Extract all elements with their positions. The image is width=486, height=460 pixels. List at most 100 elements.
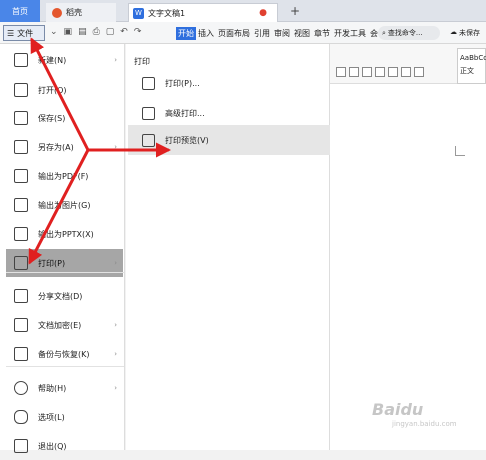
submenu-title: 打印 (134, 57, 150, 66)
document-page[interactable] (330, 84, 486, 450)
quick-toolbar: ☰ 文件 ⌄ ▣ ▤ ⎙ ▢ ↶ ↷ 开始 插入 页面布局 引用 审阅 视图 章节 开发工具会… (0, 22, 486, 44)
ribbon-tab[interactable]: 开发工具 (332, 27, 368, 40)
file-menu-item[interactable]: 新建(N) › (6, 46, 123, 74)
shading-icon[interactable] (401, 67, 411, 77)
file-menu-button[interactable]: ☰ 文件 (3, 25, 45, 41)
command-search-placeholder: 查找命令... (387, 29, 423, 37)
align-center-icon[interactable] (349, 67, 359, 77)
paragraph-align-buttons (336, 67, 424, 77)
file-menu-item-label: 打印(P) (38, 258, 66, 268)
printer-icon (142, 76, 155, 90)
align-left-icon[interactable] (336, 67, 346, 77)
quick-access-icons: ⌄ ▣ ▤ ⎙ ▢ ↶ ↷ (50, 27, 141, 37)
redo-icon[interactable]: ↷ (134, 27, 142, 37)
writer-logo-icon: W (133, 7, 144, 19)
menu-divider (6, 272, 124, 273)
style-normal[interactable]: AaBbCcDd 正文 (457, 48, 486, 84)
border-icon[interactable] (414, 67, 424, 77)
file-menu-item[interactable]: 保存(S) (6, 104, 123, 132)
folder-icon (14, 83, 28, 97)
watermark-url: jingyan.baidu.com (392, 420, 457, 428)
new-doc-icon (14, 53, 28, 67)
file-menu-item[interactable]: 分享文档(D) (6, 282, 123, 310)
file-menu-item[interactable]: 退出(Q) (6, 432, 123, 460)
ribbon-tab[interactable]: 引用 (252, 27, 272, 40)
file-menu-item[interactable]: 选项(L) (6, 403, 123, 431)
image-icon (14, 198, 28, 212)
tab-document[interactable]: W 文字文稿1 ● (128, 3, 278, 22)
file-menu-item[interactable]: 输出为PDF(F) (6, 162, 123, 190)
file-menu-item-label: 输出为图片(G) (38, 200, 91, 210)
dropdown-icon[interactable]: ⌄ (50, 27, 58, 37)
preview-icon[interactable]: ▢ (106, 27, 115, 37)
new-tab-button[interactable]: + (290, 4, 300, 18)
ribbon-tab[interactable]: 视图 (292, 27, 312, 40)
file-menu-item[interactable]: 帮助(H) › (6, 374, 123, 402)
file-menu-item[interactable]: 备份与恢复(K) › (6, 340, 123, 368)
file-menu-item[interactable]: 文档加密(E) › (6, 311, 123, 339)
file-menu-item[interactable]: 打开(O) (6, 76, 123, 104)
file-menu-item-label: 输出为PPTX(X) (38, 229, 94, 239)
file-menu-item[interactable]: 输出为PPTX(X) (6, 220, 123, 248)
align-justify-icon[interactable] (375, 67, 385, 77)
chevron-right-icon: › (114, 56, 117, 64)
tab-draft-label: 稻壳 (66, 8, 82, 17)
print-preview-icon (142, 133, 155, 147)
save-as-icon (14, 140, 28, 154)
file-menu-item-label: 另存为(A) (38, 142, 74, 152)
ribbon-tab[interactable]: 开始 (176, 27, 196, 40)
file-menu-item-label: 新建(N) (38, 55, 67, 65)
ribbon-tab[interactable]: 插入 (196, 27, 216, 40)
chevron-right-icon: › (114, 259, 117, 267)
close-tab-icon[interactable]: ● (259, 8, 267, 18)
unsaved-status[interactable]: ☁ 未保存 (450, 28, 480, 38)
file-menu-label: 文件 (17, 28, 34, 38)
tab-document-label: 文字文稿1 (148, 8, 186, 18)
cloud-icon: ☁ (450, 28, 457, 36)
ribbon-tab[interactable]: 审阅 (272, 27, 292, 40)
baidu-watermark: Baidu (372, 400, 424, 419)
print-submenu-item[interactable]: 高级打印... (128, 98, 330, 128)
backup-icon (14, 347, 28, 361)
print-submenu-item[interactable]: 打印(P)... (128, 68, 330, 98)
export-icon[interactable]: ▤ (78, 27, 87, 37)
file-menu-item-label: 分享文档(D) (38, 291, 83, 301)
file-menu-item-label: 保存(S) (38, 113, 66, 123)
chevron-right-icon: › (114, 384, 117, 392)
file-menu-item-label: 输出为PDF(F) (38, 171, 89, 181)
print-submenu-item-label: 打印预览(V) (165, 135, 209, 145)
command-search[interactable]: ⌕ 查找命令... (378, 26, 440, 40)
print-icon[interactable]: ⎙ (93, 27, 100, 37)
align-right-icon[interactable] (362, 67, 372, 77)
exit-icon (14, 439, 28, 453)
pptx-icon (14, 227, 28, 241)
page-corner-mark (455, 146, 465, 156)
style-preview-text: AaBbCcDd (460, 54, 486, 62)
share-icon (14, 289, 28, 303)
file-menu-item-label: 备份与恢复(K) (38, 349, 90, 359)
chevron-right-icon: › (114, 350, 117, 358)
tab-draft[interactable]: 稻壳 (46, 3, 116, 22)
chevron-right-icon: › (114, 143, 117, 151)
print-submenu-item[interactable]: 打印预览(V) (128, 125, 330, 155)
file-menu-item[interactable]: 另存为(A) › (6, 133, 123, 161)
daoke-logo-icon (52, 7, 62, 18)
file-menu-item-label: 打开(O) (38, 85, 67, 95)
tab-home[interactable]: 首页 (0, 0, 40, 22)
ribbon-tab[interactable]: 页面布局 (216, 27, 252, 40)
save-icon[interactable]: ▣ (64, 27, 73, 37)
undo-icon[interactable]: ↶ (120, 27, 128, 37)
chevron-right-icon: › (114, 321, 117, 329)
ribbon-tabs: 开始 插入 页面布局 引用 审阅 视图 章节 开发工具会 (176, 27, 380, 40)
file-menu-item[interactable]: 输出为图片(G) (6, 191, 123, 219)
menu-icon: ☰ (7, 28, 15, 38)
encrypt-icon (14, 318, 28, 332)
style-name: 正文 (460, 67, 474, 76)
line-spacing-icon[interactable] (388, 67, 398, 77)
help-icon (14, 381, 28, 395)
advanced-print-icon (142, 106, 155, 120)
print-icon (14, 256, 28, 270)
unsaved-label: 未保存 (459, 29, 480, 37)
ribbon-tab[interactable]: 章节 (312, 27, 332, 40)
file-menu-item-label: 文档加密(E) (38, 320, 82, 330)
